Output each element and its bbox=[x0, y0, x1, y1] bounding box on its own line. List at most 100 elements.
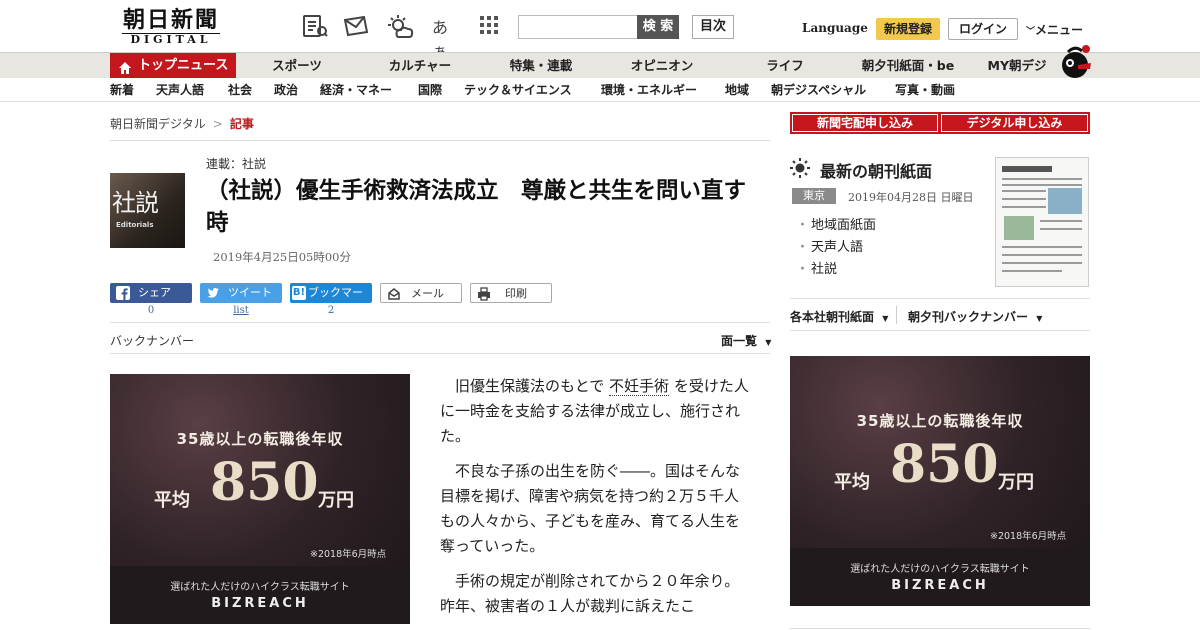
hatena-bookmark-button[interactable]: B! ブックマーク bbox=[290, 283, 372, 319]
page-list-label: 面一覧 bbox=[721, 334, 758, 348]
subscribe-digital-button[interactable]: デジタル申し込み bbox=[939, 112, 1090, 134]
divider bbox=[110, 353, 770, 354]
nav-life[interactable]: ライフ bbox=[752, 53, 818, 79]
breadcrumb-root[interactable]: 朝日新聞デジタル bbox=[110, 117, 206, 131]
paper-icon[interactable] bbox=[302, 14, 330, 40]
ad-unit: 万円 bbox=[318, 490, 354, 511]
subscribe-paper-button[interactable]: 新聞宅配申し込み bbox=[790, 112, 940, 134]
site-logo[interactable]: 朝日新聞 DIGITAL bbox=[112, 8, 230, 46]
term-link[interactable]: 不妊手術 bbox=[609, 377, 670, 396]
paragraph: 手術の規定が削除されてから２０年余り。昨年、被害者の１人が裁判に訴えたこ bbox=[440, 572, 740, 615]
ad-tagline: 選ばれた人だけのハイクラス転職サイト bbox=[170, 582, 350, 593]
facebook-share-button[interactable]: シェア bbox=[110, 283, 192, 303]
login-button[interactable]: ログイン bbox=[948, 18, 1018, 40]
facebook-share-count: 0 bbox=[147, 305, 155, 316]
paper-link-editorial[interactable]: 社説 bbox=[796, 258, 837, 277]
nav-opinion[interactable]: オピニオン bbox=[616, 53, 708, 79]
ad-brand: BIZREACH bbox=[891, 578, 989, 593]
nav-latest[interactable]: 新着 bbox=[110, 82, 134, 98]
newspaper-thumbnail[interactable] bbox=[995, 157, 1089, 287]
print-icon bbox=[477, 287, 491, 301]
ad-amount: 850 bbox=[890, 434, 999, 495]
edition-badge: 東京 bbox=[792, 188, 836, 204]
thumb-kanji: 社説 bbox=[112, 189, 159, 217]
weather-icon[interactable] bbox=[385, 14, 414, 40]
logo-sub: DIGITAL bbox=[122, 33, 220, 46]
breadcrumb: 朝日新聞デジタル > 記事 bbox=[110, 115, 254, 132]
site-header: 朝日新聞 DIGITAL あぁ 検 索 目次 Language 新規登録 ログイ… bbox=[0, 0, 1200, 61]
ad-headline: 35歳以上の転職後年収 bbox=[856, 412, 1024, 430]
nav-tensei-jingo[interactable]: 天声人語 bbox=[156, 82, 204, 98]
divider bbox=[110, 322, 770, 323]
backnumber-label[interactable]: バックナンバー bbox=[110, 332, 194, 349]
nav-society[interactable]: 社会 bbox=[228, 82, 252, 98]
thumb-en: Editorials bbox=[116, 221, 154, 229]
nav-paper[interactable]: 朝夕刊紙面・be bbox=[856, 53, 960, 79]
twitter-share-count[interactable]: list bbox=[200, 305, 282, 316]
article-headline: （社説）優生手術救済法成立 尊厳と共生を問い直す時 bbox=[206, 178, 747, 236]
nav-economy[interactable]: 経済・マネー bbox=[320, 82, 392, 98]
ad-band bbox=[110, 566, 410, 624]
register-button[interactable]: 新規登録 bbox=[876, 18, 940, 40]
divider bbox=[790, 628, 1090, 629]
latest-paper-title[interactable]: 最新の朝刊紙面 bbox=[820, 158, 932, 182]
menu-button[interactable]: ﹀メニュー bbox=[1026, 21, 1083, 38]
nav-politics[interactable]: 政治 bbox=[274, 82, 298, 98]
nav-tech-science[interactable]: テック＆サイエンス bbox=[464, 82, 572, 98]
breadcrumb-separator: > bbox=[212, 117, 223, 131]
nav-international[interactable]: 国際 bbox=[418, 82, 442, 98]
branch-paper-label: 各本社朝刊紙面 bbox=[790, 310, 875, 324]
ad-amount: 850 bbox=[210, 452, 319, 513]
search-input[interactable] bbox=[518, 15, 638, 39]
ad-tagline: 選ばれた人だけのハイクラス転職サイト bbox=[850, 564, 1030, 575]
divider bbox=[110, 140, 770, 141]
search-button[interactable]: 検 索 bbox=[637, 15, 679, 39]
ad-unit: 万円 bbox=[998, 472, 1034, 493]
editorial-thumbnail: 社説 Editorials bbox=[110, 173, 185, 248]
divider bbox=[790, 330, 1090, 331]
language-link[interactable]: Language bbox=[802, 21, 868, 35]
toc-button[interactable]: 目次 bbox=[692, 15, 734, 39]
nav-environment[interactable]: 環境・エネルギー bbox=[601, 82, 697, 98]
edition-date: 2019年04月28日 日曜日 bbox=[848, 191, 974, 204]
backnumber-dropdown[interactable]: 朝夕刊バックナンバー ▼ bbox=[908, 308, 1042, 325]
nav-features[interactable]: 特集・連載 bbox=[496, 53, 586, 79]
nav-culture[interactable]: カルチャー bbox=[372, 53, 468, 79]
mascot-icon[interactable] bbox=[1058, 43, 1092, 79]
series-label[interactable]: 連載：社説 bbox=[206, 155, 266, 172]
home-icon bbox=[118, 59, 132, 74]
divider bbox=[790, 298, 1090, 299]
bizreach-ad-right[interactable]: 35歳以上の転職後年収 平均 850 万円 ※2018年6月時点 選ばれた人だけ… bbox=[790, 356, 1090, 606]
facebook-share-label: シェア bbox=[138, 286, 171, 299]
page-list-dropdown[interactable]: 面一覧 ▼ bbox=[721, 332, 771, 349]
nav-special[interactable]: 朝デジスペシャル bbox=[771, 82, 866, 98]
sub-nav: 新着 天声人語 社会 政治 経済・マネー 国際 テック＆サイエンス 環境・エネル… bbox=[0, 78, 1200, 102]
paper-link-tensei-jingo[interactable]: 天声人語 bbox=[796, 236, 863, 255]
hatena-icon: B! bbox=[292, 286, 306, 300]
triangle-down-icon: ▼ bbox=[1036, 314, 1043, 323]
article-date: 2019年4月25日05時00分 bbox=[213, 250, 351, 264]
grid-menu-icon[interactable] bbox=[478, 14, 506, 40]
breadcrumb-current: 記事 bbox=[229, 117, 254, 131]
nav-my-asadigi[interactable]: MY朝デジ bbox=[984, 53, 1050, 79]
nav-region[interactable]: 地域 bbox=[725, 82, 749, 98]
facebook-icon bbox=[116, 286, 130, 300]
paper-link-regional[interactable]: 地域面紙面 bbox=[796, 214, 876, 233]
mail-share-button[interactable]: メール bbox=[380, 283, 462, 303]
bizreach-ad-left[interactable]: 35歳以上の転職後年収 平均 850 万円 ※2018年6月時点 選ばれた人だけ… bbox=[110, 374, 410, 624]
chevron-down-icon: ﹀ bbox=[1026, 27, 1036, 37]
twitter-share-button[interactable]: ツイート bbox=[200, 283, 282, 303]
print-label: 印刷 bbox=[505, 287, 527, 300]
branch-paper-dropdown[interactable]: 各本社朝刊紙面 ▼ bbox=[790, 308, 888, 325]
article-body: 旧優生保護法のもとで 不妊手術 を受けた人に一時金を支給する法律が成立し、施行さ… bbox=[440, 374, 750, 629]
print-button[interactable]: 印刷 bbox=[470, 283, 552, 303]
ad-avg-label: 平均 bbox=[834, 472, 870, 493]
triangle-down-icon: ▼ bbox=[765, 338, 772, 347]
font-size-icon[interactable]: あぁ bbox=[432, 14, 460, 61]
nav-top-news[interactable]: トップニュース bbox=[110, 53, 236, 79]
nav-photo-video[interactable]: 写真・動画 bbox=[895, 82, 955, 98]
hatena-bookmark-label: ブックマーク bbox=[308, 286, 363, 319]
nav-sports[interactable]: スポーツ bbox=[254, 53, 340, 79]
mail-share-label: メール bbox=[411, 287, 444, 300]
mail-icon[interactable] bbox=[342, 14, 370, 40]
